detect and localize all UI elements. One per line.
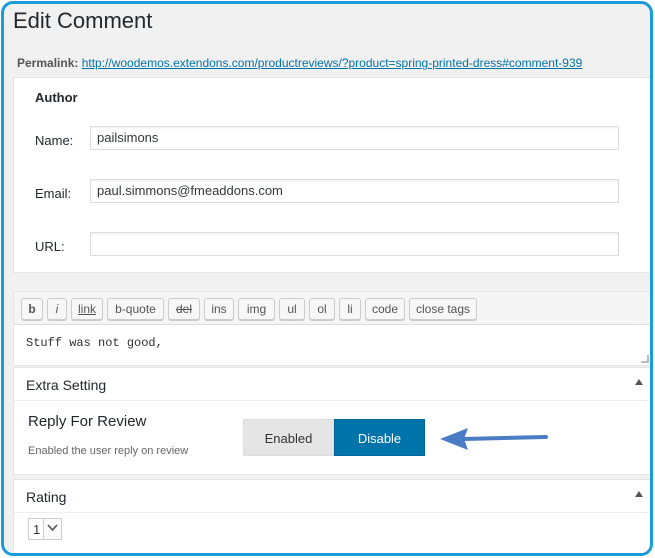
email-label: Email: (35, 186, 72, 201)
comment-content[interactable]: Stuff was not good, (26, 336, 163, 350)
author-section-title: Author (35, 90, 78, 105)
screenshot-frame: Edit Comment Permalink: http://woodemos.… (1, 1, 653, 556)
close-tags-button[interactable]: close tags (409, 298, 477, 320)
extra-setting-title: Extra Setting (26, 377, 107, 393)
li-button[interactable]: li (339, 298, 361, 320)
ins-button[interactable]: ins (204, 298, 234, 320)
enabled-toggle-button[interactable]: Enabled (243, 419, 334, 456)
rating-title: Rating (26, 489, 67, 505)
quicktags-toolbar: b i link b-quote del ins img ul ol li co… (14, 292, 650, 325)
permalink-row: Permalink: http://woodemos.extendons.com… (17, 56, 582, 70)
link-button[interactable]: link (71, 298, 103, 320)
chevron-down-icon[interactable] (43, 519, 61, 539)
disable-toggle-button[interactable]: Disable (334, 419, 425, 456)
rating-select[interactable]: 1 (28, 518, 62, 540)
page-title: Edit Comment (13, 8, 153, 33)
extra-setting-box: Extra Setting Reply For Review Enabled t… (13, 367, 650, 475)
author-box: Author Name: pailsimons Email: paul.simm… (13, 77, 650, 273)
img-button[interactable]: img (238, 298, 275, 320)
rating-header[interactable]: Rating (14, 480, 650, 513)
pointer-arrow-icon (440, 428, 548, 450)
permalink-label: Permalink: (17, 56, 79, 70)
italic-button[interactable]: i (47, 298, 67, 320)
reply-for-review-description: Enabled the user reply on review (28, 445, 189, 457)
ol-button[interactable]: ol (309, 298, 335, 320)
ul-button[interactable]: ul (279, 298, 305, 320)
collapse-arrow-icon[interactable] (635, 491, 643, 497)
collapse-arrow-icon[interactable] (635, 379, 643, 385)
code-button[interactable]: code (365, 298, 405, 320)
comment-editor: b i link b-quote del ins img ul ol li co… (13, 291, 650, 366)
email-field[interactable]: paul.simmons@fmeaddons.com (90, 179, 619, 203)
url-label: URL: (35, 239, 65, 254)
reply-for-review-title: Reply For Review (28, 413, 147, 430)
bold-button[interactable]: b (21, 298, 43, 320)
permalink-link[interactable]: http://woodemos.extendons.com/productrev… (82, 56, 583, 70)
url-field[interactable] (90, 232, 619, 256)
rating-selected-value: 1 (33, 522, 41, 537)
name-label: Name: (35, 133, 74, 148)
name-field[interactable]: pailsimons (90, 126, 619, 150)
extra-setting-header[interactable]: Extra Setting (14, 368, 650, 401)
resize-handle-icon[interactable] (641, 355, 649, 363)
del-button[interactable]: del (168, 298, 200, 320)
blockquote-button[interactable]: b-quote (107, 298, 164, 320)
rating-box: Rating 1 (13, 479, 650, 553)
